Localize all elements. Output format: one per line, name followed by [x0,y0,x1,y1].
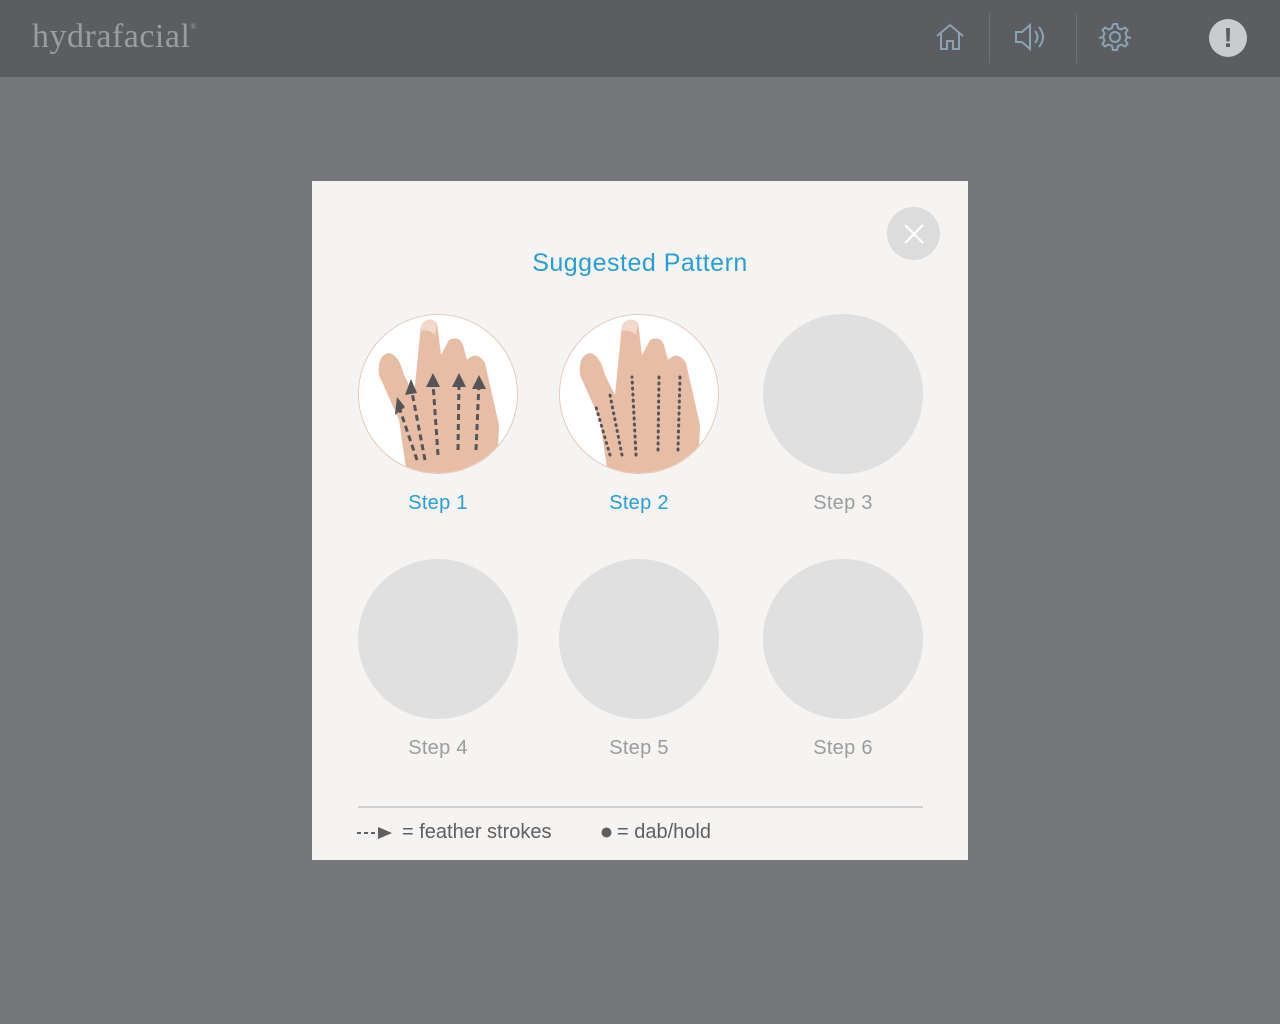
alert-glyph: ! [1223,22,1233,53]
step-3[interactable]: Step 3 [762,314,924,515]
step-4-placeholder [358,559,518,719]
legend-divider [358,806,923,808]
legend-feather: = feather strokes [356,821,552,844]
dashed-arrow-icon [357,826,392,839]
step-2-label: Step 2 [609,492,669,514]
hand-dab-hold-illustration [560,315,718,473]
step-6[interactable]: Step 6 [762,559,924,760]
step-3-label: Step 3 [813,492,873,514]
step-4[interactable]: Step 4 [357,559,519,760]
legend-feather-text: = feather strokes [402,821,552,843]
step-5-label: Step 5 [609,737,669,759]
step-5-placeholder [559,559,719,719]
step-1-image [358,314,518,474]
step-2[interactable]: Step 2 [558,314,720,515]
step-6-placeholder [763,559,923,719]
step-6-label: Step 6 [813,737,873,759]
alert-icon[interactable]: ! [1209,19,1247,57]
dot-icon [601,827,612,838]
speaker-icon[interactable] [1012,19,1048,55]
step-3-placeholder [763,314,923,474]
modal-title: Suggested Pattern [532,249,748,277]
toolbar-divider [989,13,990,63]
step-2-image [559,314,719,474]
legend-dab: = dab/hold [601,821,711,844]
step-1-label: Step 1 [408,492,468,514]
step-1[interactable]: Step 1 [357,314,519,515]
brand-name: hydrafacial [32,18,191,55]
home-icon[interactable] [932,19,968,55]
step-5[interactable]: Step 5 [558,559,720,760]
close-icon [903,223,924,244]
top-bar: hydrafacial® ! [0,0,1280,77]
legend-dab-text: = dab/hold [617,821,711,843]
suggested-pattern-modal: Suggested Pattern Step 1 Step 2 Step 3 S… [312,181,968,860]
gear-icon[interactable] [1097,19,1133,55]
hand-feather-strokes-illustration [359,315,517,473]
toolbar-divider [1076,13,1077,63]
step-4-label: Step 4 [408,737,468,759]
registered-mark: ® [190,22,197,31]
brand-logo: hydrafacial® [32,18,197,56]
